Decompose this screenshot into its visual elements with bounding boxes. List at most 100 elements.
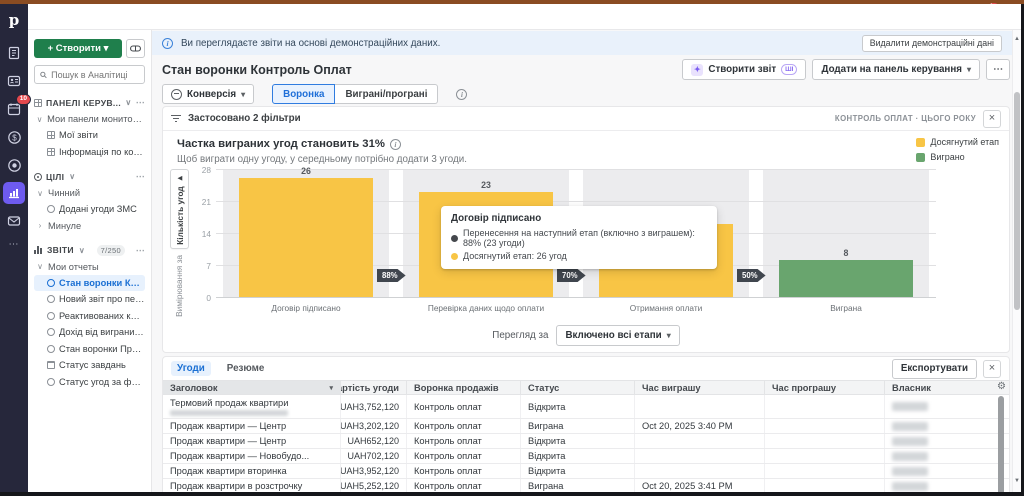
y-axis-metric-button[interactable]: Кількість угод ▸: [170, 169, 189, 249]
table-scrollbar-thumb[interactable]: [998, 396, 1004, 496]
learn-goggles-icon[interactable]: [126, 39, 145, 58]
products-icon[interactable]: $: [3, 126, 25, 148]
redacted-owner: [892, 481, 928, 491]
sidebar-item[interactable]: Статус угод за фахівц...: [34, 374, 145, 391]
tab-Виграні/програні[interactable]: Виграні/програні: [335, 84, 439, 104]
sidebar-item[interactable]: Інформація по компанії: [34, 144, 145, 161]
sidebar-item[interactable]: Новий звіт про перетв...: [34, 291, 145, 308]
table-row[interactable]: Продаж квартири — Новобудо... UAH702,120…: [163, 449, 1009, 464]
create-report-button[interactable]: ✦ Створити звіт ШІ: [682, 59, 807, 80]
tab-Воронка[interactable]: Воронка: [272, 84, 336, 104]
contacts-icon[interactable]: [3, 70, 25, 92]
section-more-icon[interactable]: ⋯: [136, 97, 145, 108]
metric-dropdown[interactable]: Конверсія ▾: [162, 84, 255, 104]
table-row[interactable]: Продаж квартири — Центр UAH3,202,120 Кон…: [163, 419, 1009, 434]
legend-item[interactable]: Досягнутий етап: [916, 137, 999, 147]
applied-filters[interactable]: Застосовано 2 фільтри: [188, 113, 301, 124]
delete-demo-data-button[interactable]: Видалити демонстраційні дані: [861, 34, 1002, 52]
scroll-up-icon[interactable]: ▲: [1014, 36, 1020, 42]
sidebar-item[interactable]: Мої звіти: [34, 127, 145, 144]
redacted-owner: [892, 466, 928, 476]
sidebar-section[interactable]: ЦІЛІ ∨ ⋯: [34, 168, 145, 185]
view-by-label: Перегляд за: [492, 330, 549, 341]
chart-legend: Досягнутий етап Виграно: [916, 137, 999, 162]
sidebar-item[interactable]: Додані угоди ЗМС: [34, 201, 145, 218]
page-scrollbar[interactable]: ▲ ▼: [1012, 30, 1021, 492]
deal-status: Відкрита: [521, 449, 635, 463]
sidebar-item[interactable]: Стан воронки Контро...: [34, 274, 145, 291]
add-to-dashboard-button[interactable]: Додати на панель керування ▾: [812, 59, 980, 80]
column-header[interactable]: Власник: [885, 381, 1009, 394]
close-icon[interactable]: ×: [983, 359, 1001, 378]
column-header[interactable]: Вартість угоди: [341, 381, 407, 394]
sidebar-group[interactable]: ∨ Чинний: [34, 185, 145, 201]
deal-lost-time: [765, 434, 885, 448]
sidebar-section[interactable]: ПАНЕЛІ КЕРУВАННЯ ∨ ⋯: [34, 94, 145, 111]
info-icon: i: [389, 138, 401, 150]
deal-title: Продаж квартири — Центр: [163, 419, 341, 433]
nav-label: Минуле: [48, 220, 82, 231]
table-row[interactable]: Продаж квартири — Центр UAH652,120 Контр…: [163, 434, 1009, 449]
leads-icon[interactable]: [3, 42, 25, 64]
column-header[interactable]: Заголовок ▾: [163, 381, 341, 394]
tab-summary[interactable]: Резюме: [221, 361, 271, 376]
deal-won-time: Oct 20, 2025 3:41 PM: [635, 479, 765, 493]
deal-won-time: [635, 395, 765, 418]
x-axis-label: Виграна: [830, 303, 862, 313]
sidebar-section[interactable]: ЗВІТИ ∨ 7/250 ⋯: [34, 242, 145, 259]
mail-icon[interactable]: [3, 210, 25, 232]
report-more-button[interactable]: ⋯: [986, 59, 1010, 80]
rail-more-icon[interactable]: ⋯: [9, 239, 20, 250]
column-header[interactable]: Час програшу: [765, 381, 885, 394]
sidebar-search[interactable]: [34, 65, 145, 84]
y-tick: 14: [201, 229, 211, 239]
nav-label: Мои отчеты: [48, 261, 99, 272]
close-icon[interactable]: ×: [983, 109, 1001, 128]
x-axis-label: Договір підписано: [271, 303, 341, 313]
activities-icon[interactable]: 10: [3, 94, 31, 120]
column-header[interactable]: Статус: [521, 381, 635, 394]
sidebar-group[interactable]: ∨ Мои отчеты: [34, 259, 145, 275]
sidebar-group[interactable]: ∨ Мои панели мониторинга: [34, 111, 145, 127]
dashboard-icon: [47, 131, 55, 140]
sidebar-group[interactable]: › Минуле: [34, 218, 145, 234]
sidebar-search-input[interactable]: [51, 69, 139, 80]
chevron-down-icon: ∨: [78, 245, 85, 255]
report-icon: [47, 344, 55, 353]
chevron-down-icon: ∨: [69, 172, 76, 181]
report-icon: [47, 278, 55, 287]
column-header[interactable]: Воронка продажів: [407, 381, 521, 394]
deal-value: UAH3,202,120: [341, 419, 407, 433]
deal-owner-redacted: [885, 464, 1009, 478]
deal-pipeline: Контроль оплат: [407, 464, 521, 478]
funnel-bar[interactable]: [239, 178, 373, 297]
gear-icon[interactable]: ⚙: [997, 382, 1006, 392]
nav-label: Мои панели мониторинга: [47, 114, 145, 124]
deal-lost-time: [765, 395, 885, 418]
section-more-icon[interactable]: ⋯: [136, 171, 145, 182]
report-controls: Конверсія ▾ Воронка Виграні/програні i: [162, 84, 468, 104]
table-row[interactable]: Продаж квартири вторинка UAH3,952,120 Ко…: [163, 464, 1009, 479]
campaigns-icon[interactable]: [3, 154, 25, 176]
x-axis-line: [216, 297, 936, 298]
export-button[interactable]: Експортувати: [891, 358, 977, 379]
sidebar-item[interactable]: Дохід від виграних угод: [34, 324, 145, 341]
dashboard-icon: [47, 147, 55, 156]
deal-pipeline: Контроль оплат: [407, 434, 521, 448]
column-header[interactable]: Час виграшу: [635, 381, 765, 394]
create-button[interactable]: + Створити ▾: [34, 39, 122, 58]
table-row[interactable]: Термовий продаж квартири UAH3,752,120 Ко…: [163, 395, 1009, 419]
sidebar-item[interactable]: Статус завдань: [34, 357, 145, 374]
stages-dropdown[interactable]: Включено всі етапи ▾: [556, 325, 680, 346]
sidebar-item[interactable]: Реактивованих клієнтів: [34, 308, 145, 325]
funnel-bar[interactable]: [779, 260, 913, 297]
sidebar-item[interactable]: Стан воронки Продаж: [34, 341, 145, 358]
insights-icon[interactable]: [3, 182, 25, 204]
section-more-icon[interactable]: ⋯: [136, 245, 145, 256]
deal-title: Продаж квартири в розстрочку: [163, 479, 341, 493]
legend-item[interactable]: Виграно: [916, 152, 999, 162]
tab-deals[interactable]: Угоди: [171, 361, 211, 376]
scroll-down-icon[interactable]: ▼: [1014, 478, 1020, 484]
page-scrollbar-thumb[interactable]: [1014, 92, 1020, 310]
deal-owner-redacted: [885, 395, 1009, 418]
